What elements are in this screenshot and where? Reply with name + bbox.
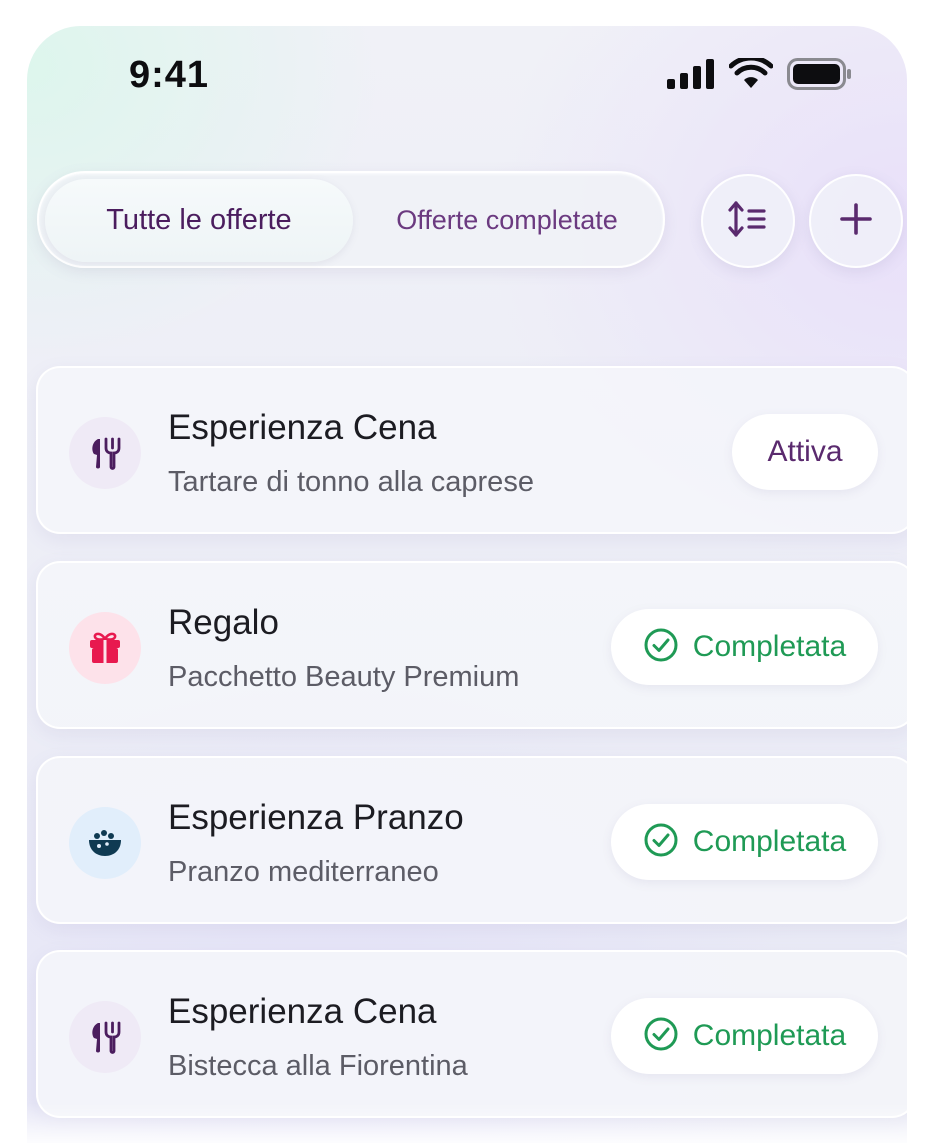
gift-icon bbox=[69, 612, 141, 684]
offer-title: Esperienza Cena bbox=[168, 992, 437, 1031]
status-badge: Completata bbox=[611, 609, 878, 685]
tab-completed-offers[interactable]: Offerte completate bbox=[357, 179, 657, 262]
offer-title: Esperienza Pranzo bbox=[168, 798, 464, 837]
offer-title: Regalo bbox=[168, 603, 279, 642]
status-icons bbox=[667, 55, 853, 95]
plus-icon bbox=[839, 202, 873, 241]
signal-icon bbox=[667, 58, 715, 94]
status-time: 9:41 bbox=[129, 54, 210, 96]
tab-all-offers[interactable]: Tutte le offerte bbox=[45, 179, 353, 262]
offer-subtitle: Pranzo mediterraneo bbox=[168, 856, 439, 888]
fork-knife-icon bbox=[69, 1001, 141, 1073]
wifi-icon bbox=[728, 55, 774, 95]
offer-subtitle: Tartare di tonno alla caprese bbox=[168, 466, 534, 498]
check-circle-icon bbox=[643, 822, 679, 863]
bowl-icon bbox=[69, 807, 141, 879]
offer-title: Esperienza Cena bbox=[168, 408, 437, 447]
status-label: Attiva bbox=[767, 435, 843, 468]
add-offer-button[interactable] bbox=[809, 174, 903, 268]
status-label: Completata bbox=[692, 1019, 847, 1052]
check-circle-icon bbox=[643, 627, 679, 668]
status-badge: Completata bbox=[611, 804, 878, 880]
sort-button[interactable] bbox=[701, 174, 795, 268]
sort-icon bbox=[728, 200, 768, 242]
check-circle-icon bbox=[643, 1016, 679, 1057]
offer-card[interactable]: Esperienza Cena Bistecca alla Fiorentina… bbox=[36, 950, 907, 1118]
offer-card[interactable]: Esperienza Cena Tartare di tonno alla ca… bbox=[36, 366, 907, 534]
status-label: Completata bbox=[692, 630, 847, 663]
status-badge: Completata bbox=[611, 998, 878, 1074]
status-label: Completata bbox=[692, 825, 847, 858]
battery-icon bbox=[787, 57, 853, 95]
status-badge: Attiva bbox=[732, 414, 878, 490]
offer-subtitle: Pacchetto Beauty Premium bbox=[168, 661, 520, 693]
offer-subtitle: Bistecca alla Fiorentina bbox=[168, 1050, 468, 1082]
offer-card[interactable]: Esperienza Pranzo Pranzo mediterraneo Co… bbox=[36, 756, 907, 924]
app-screen: 9:41 Tutte le offerte Offerte completate… bbox=[27, 26, 907, 1143]
offers-filter-tabs: Tutte le offerte Offerte completate bbox=[37, 171, 665, 268]
fork-knife-icon bbox=[69, 417, 141, 489]
offer-card[interactable]: Regalo Pacchetto Beauty Premium Completa… bbox=[36, 561, 907, 729]
